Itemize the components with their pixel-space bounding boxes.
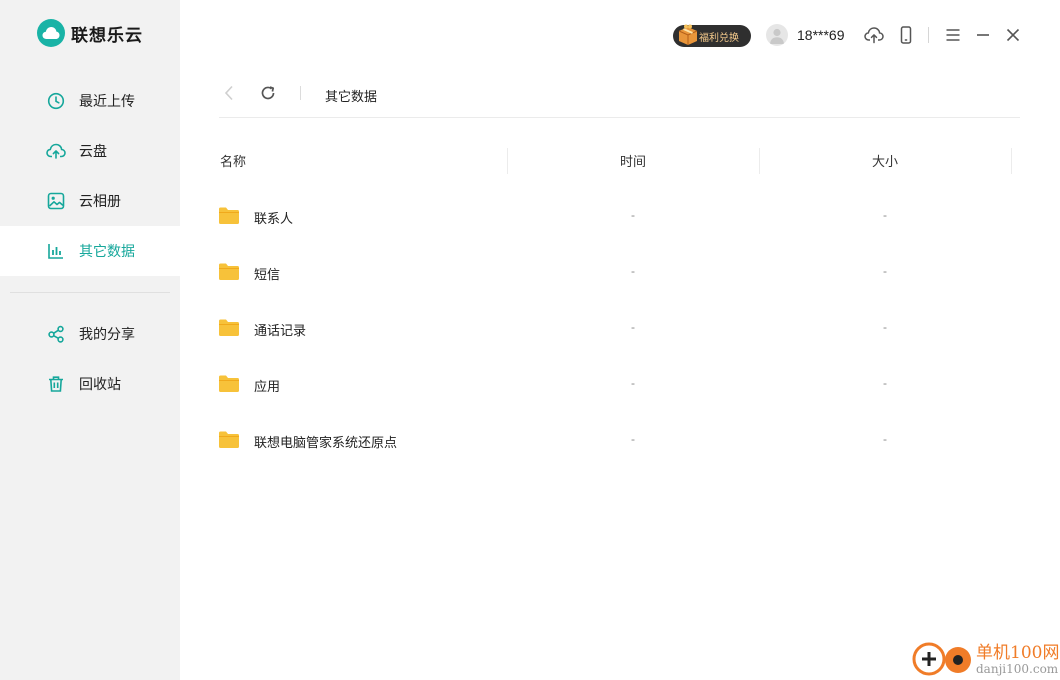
sidebar-item-other-data[interactable]: 其它数据: [0, 226, 180, 276]
title-bar-separator: [928, 27, 929, 43]
file-size: -: [883, 376, 887, 390]
toolbar-separator: [300, 86, 301, 100]
upload-transfer-button[interactable]: [864, 25, 884, 45]
file-time: -: [631, 376, 635, 390]
file-size: -: [883, 264, 887, 278]
file-name: 短信: [254, 267, 281, 282]
user-icon: [770, 28, 784, 44]
table-row[interactable]: 短信 - -: [219, 244, 1020, 300]
file-size: -: [883, 208, 887, 222]
table-row[interactable]: 联系人 - -: [219, 188, 1020, 244]
sidebar-item-label: 回收站: [79, 376, 121, 392]
phone-icon: [900, 26, 912, 44]
watermark-title: 单机100网: [976, 643, 1060, 663]
menu-button[interactable]: [943, 25, 963, 45]
sidebar-item-label: 云盘: [79, 143, 107, 159]
folder-icon: [219, 375, 239, 392]
file-size: -: [883, 320, 887, 334]
watermark-logo-icon: [912, 642, 971, 676]
sidebar-item-cloud-drive[interactable]: 云盘: [0, 126, 180, 176]
folder-icon: [219, 431, 239, 448]
sidebar-item-cloud-album[interactable]: 云相册: [0, 176, 180, 226]
file-size: -: [883, 432, 887, 446]
table-row[interactable]: 应用 - -: [219, 356, 1020, 412]
gift-box-icon: [675, 21, 701, 47]
folder-icon: [219, 319, 239, 336]
phone-button[interactable]: [896, 25, 916, 45]
sidebar-divider: [10, 292, 170, 293]
welfare-label: 福利兑换: [699, 32, 739, 44]
cloud-upload-icon: [864, 27, 884, 44]
sidebar-item-label: 其它数据: [79, 243, 135, 259]
file-time: -: [631, 432, 635, 446]
content-toolbar: 其它数据: [219, 80, 1020, 118]
table-row[interactable]: 联想电脑管家系统还原点 - -: [219, 412, 1020, 468]
column-header-size[interactable]: 大小: [872, 140, 898, 180]
column-divider: [1011, 148, 1012, 174]
app-logo[interactable]: 联想乐云: [37, 19, 143, 47]
column-header-name[interactable]: 名称: [220, 140, 246, 180]
sidebar-item-recent-uploads[interactable]: 最近上传: [0, 76, 180, 126]
file-list: 联系人 - - 短信 - - 通话记录 - - 应用 - - 联想电脑管家系统还…: [219, 188, 1020, 468]
watermark-url: danji100.com: [976, 662, 1059, 676]
bar-chart-icon: [46, 241, 66, 261]
close-icon: [1006, 28, 1020, 42]
share-icon: [46, 324, 66, 344]
minimize-icon: [977, 34, 989, 36]
sidebar-item-label: 我的分享: [79, 326, 135, 342]
app-name: 联想乐云: [71, 25, 143, 45]
file-table-header: 名称 时间 大小: [219, 140, 1020, 180]
chevron-left-icon: [224, 85, 233, 101]
watermark: 单机100网 danji100.com: [910, 636, 1060, 680]
avatar[interactable]: [766, 24, 788, 46]
file-name: 联想电脑管家系统还原点: [254, 435, 398, 450]
refresh-icon: [261, 86, 275, 100]
file-time: -: [631, 320, 635, 334]
sidebar-item-recycle-bin[interactable]: 回收站: [0, 359, 180, 409]
table-row[interactable]: 通话记录 - -: [219, 300, 1020, 356]
sidebar-item-label: 最近上传: [79, 93, 135, 109]
file-name: 联系人: [254, 211, 294, 226]
column-header-time[interactable]: 时间: [620, 140, 646, 180]
clock-icon: [46, 91, 66, 111]
file-time: -: [631, 264, 635, 278]
file-name: 通话记录: [254, 323, 307, 338]
trash-icon: [46, 374, 66, 394]
sidebar: 联想乐云 最近上传 云盘 云相册 其它数据 我的分享 回收站: [0, 0, 180, 680]
breadcrumb[interactable]: 其它数据: [325, 86, 377, 105]
sidebar-item-label: 云相册: [79, 193, 121, 209]
sidebar-item-my-share[interactable]: 我的分享: [0, 309, 180, 359]
title-bar: 福利兑换 18***69: [180, 0, 1060, 70]
column-divider: [507, 148, 508, 174]
folder-icon: [219, 207, 239, 224]
sidebar-nav-main: 最近上传 云盘 云相册 其它数据: [0, 76, 180, 276]
welfare-exchange-button[interactable]: 福利兑换: [673, 24, 751, 47]
file-name: 应用: [254, 379, 281, 394]
folder-icon: [219, 263, 239, 280]
hamburger-menu-icon: [946, 29, 960, 41]
refresh-button[interactable]: [258, 83, 278, 103]
file-time: -: [631, 208, 635, 222]
image-icon: [46, 191, 66, 211]
column-divider: [759, 148, 760, 174]
cloud-logo-icon: [37, 19, 65, 47]
cloud-upload-icon: [46, 141, 66, 161]
sidebar-nav-secondary: 我的分享 回收站: [0, 309, 180, 409]
minimize-button[interactable]: [973, 25, 993, 45]
back-button[interactable]: [219, 83, 239, 103]
username[interactable]: 18***69: [797, 27, 845, 43]
close-button[interactable]: [1003, 25, 1023, 45]
